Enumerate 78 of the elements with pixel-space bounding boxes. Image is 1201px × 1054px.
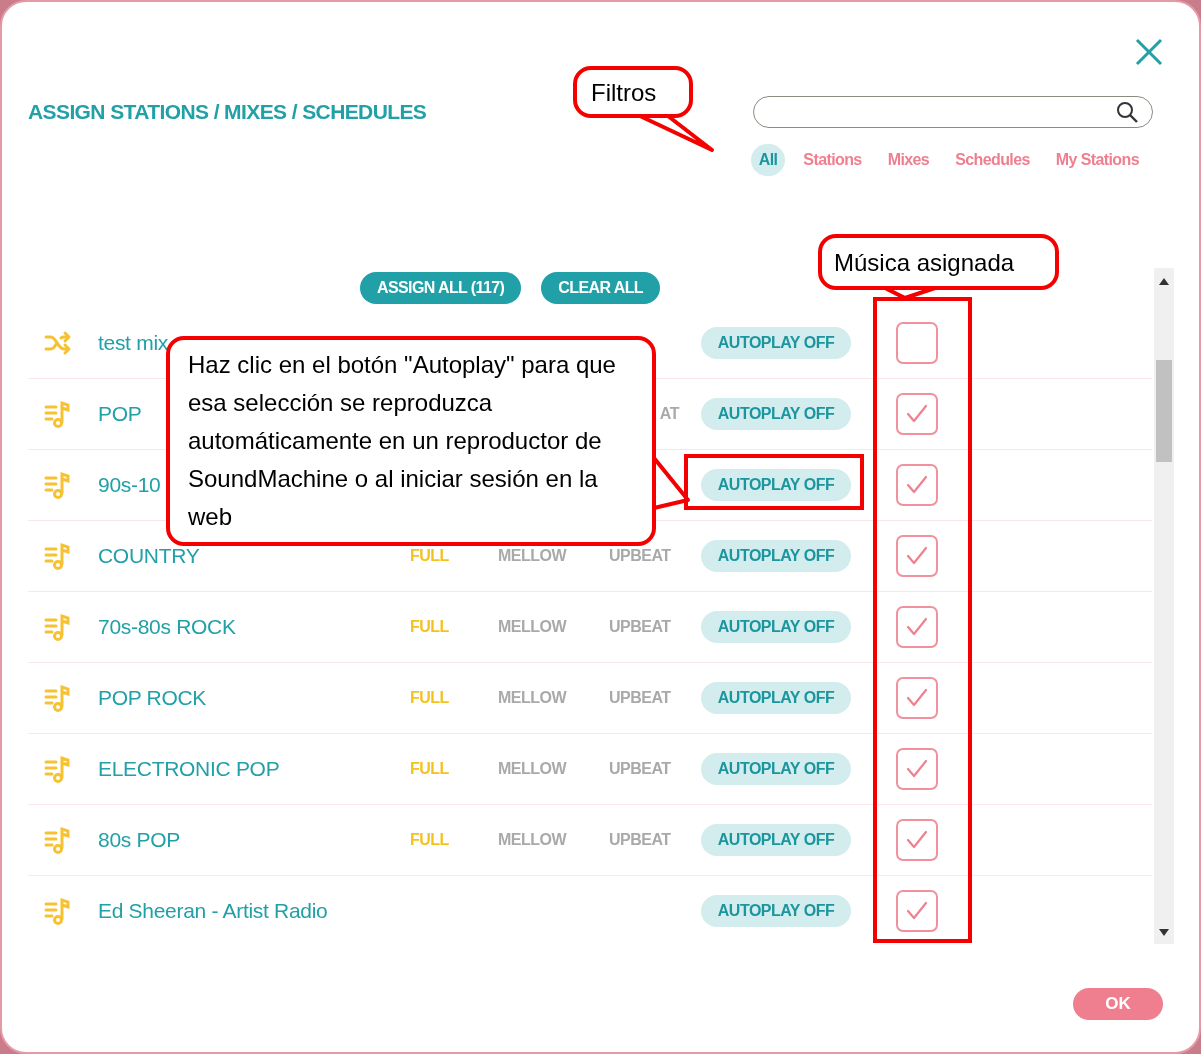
callout-text: Haz clic en el botón "Autoplay" para que esa selección se reproduzca automáticamente en un reproductor de SoundMachine o al iniciar sesión en la web [188,350,617,532]
autoplay-button[interactable]: AUTOPLAY OFF [701,753,851,785]
mood-tag[interactable]: MELLOW [498,689,609,707]
playlist-note-icon [44,613,72,641]
autoplay-button[interactable]: AUTOPLAY OFF [701,682,851,714]
check-icon [906,475,928,495]
scrollbar[interactable] [1154,268,1174,944]
assign-checkbox[interactable] [896,748,938,790]
filter-tab[interactable]: Schedules [947,144,1038,176]
assign-checkbox[interactable] [896,890,938,932]
callout-text: Filtros [591,78,658,108]
autoplay-button[interactable]: AUTOPLAY OFF [701,398,851,430]
item-name: POP [98,402,142,426]
playlist-note-icon [44,755,72,783]
assign-checkbox[interactable] [896,535,938,577]
check-icon [906,759,928,779]
mood-tag[interactable]: MELLOW [498,760,609,778]
mood-tag[interactable]: AT [659,405,679,423]
autoplay-button[interactable]: AUTOPLAY OFF [701,611,851,643]
check-icon [906,688,928,708]
mood-tag[interactable]: UPBEAT [609,689,701,707]
item-name: Ed Sheeran - Artist Radio [98,899,328,923]
item-name: POP ROCK [98,686,207,710]
mood-tag[interactable]: FULL [410,760,498,778]
mood-tag[interactable]: FULL [410,618,498,636]
check-icon [906,404,928,424]
assign-checkbox[interactable] [896,393,938,435]
playlist-note-icon [44,826,72,854]
autoplay-button[interactable]: AUTOPLAY OFF [701,895,851,927]
item-name: 90s-10 [98,473,161,497]
filter-tab[interactable]: Stations [795,144,870,176]
playlist-note-icon [44,400,72,428]
item-name: 80s POP [98,828,180,852]
assign-checkbox[interactable] [896,819,938,861]
autoplay-button[interactable]: AUTOPLAY OFF [701,540,851,572]
search-icon[interactable] [1116,101,1138,123]
ok-button[interactable]: OK [1073,988,1163,1020]
check-icon [906,830,928,850]
item-name: test mix [98,331,168,355]
autoplay-button[interactable]: AUTOPLAY OFF [701,469,851,501]
filter-tab[interactable]: Mixes [879,144,938,176]
playlist-note-icon [44,542,72,570]
check-icon [906,546,928,566]
scroll-down-icon[interactable] [1159,929,1169,936]
action-button[interactable]: CLEAR ALL [541,272,660,304]
item-name: 70s-80s ROCK [98,615,236,639]
mood-tag[interactable]: MELLOW [498,831,609,849]
action-button[interactable]: ASSIGN ALL (117) [360,272,522,304]
check-icon [906,617,928,637]
dialog-title: ASSIGN STATIONS / MIXES / SCHEDULES [28,100,427,124]
assign-checkbox[interactable] [896,322,938,364]
playlist-note-icon [44,897,72,925]
close-icon[interactable] [1135,38,1163,66]
mood-tag[interactable]: UPBEAT [609,547,701,565]
playlist-note-icon [44,684,72,712]
scroll-up-icon[interactable] [1159,278,1169,285]
mood-tag[interactable]: UPBEAT [609,618,701,636]
mood-tag[interactable]: FULL [410,831,498,849]
check-icon [906,901,928,921]
mood-tag[interactable]: UPBEAT [609,831,701,849]
filter-tab[interactable]: All [750,144,786,176]
mood-tag[interactable]: MELLOW [498,547,609,565]
mood-tag[interactable]: UPBEAT [609,760,701,778]
assign-checkbox[interactable] [896,606,938,648]
assign-checkbox[interactable] [896,464,938,506]
mood-tag[interactable]: FULL [410,689,498,707]
scroll-thumb[interactable] [1156,360,1172,462]
item-name: ELECTRONIC POP [98,757,280,781]
filter-tab[interactable]: My Stations [1047,144,1147,176]
mood-tag[interactable]: FULL [410,547,498,565]
callout-text: Música asignada [834,248,1016,278]
mood-tag[interactable]: MELLOW [498,618,609,636]
item-name: COUNTRY [98,544,200,568]
shuffle-icon [44,329,72,357]
autoplay-button[interactable]: AUTOPLAY OFF [701,824,851,856]
assign-checkbox[interactable] [896,677,938,719]
autoplay-button[interactable]: AUTOPLAY OFF [701,327,851,359]
playlist-note-icon [44,471,72,499]
